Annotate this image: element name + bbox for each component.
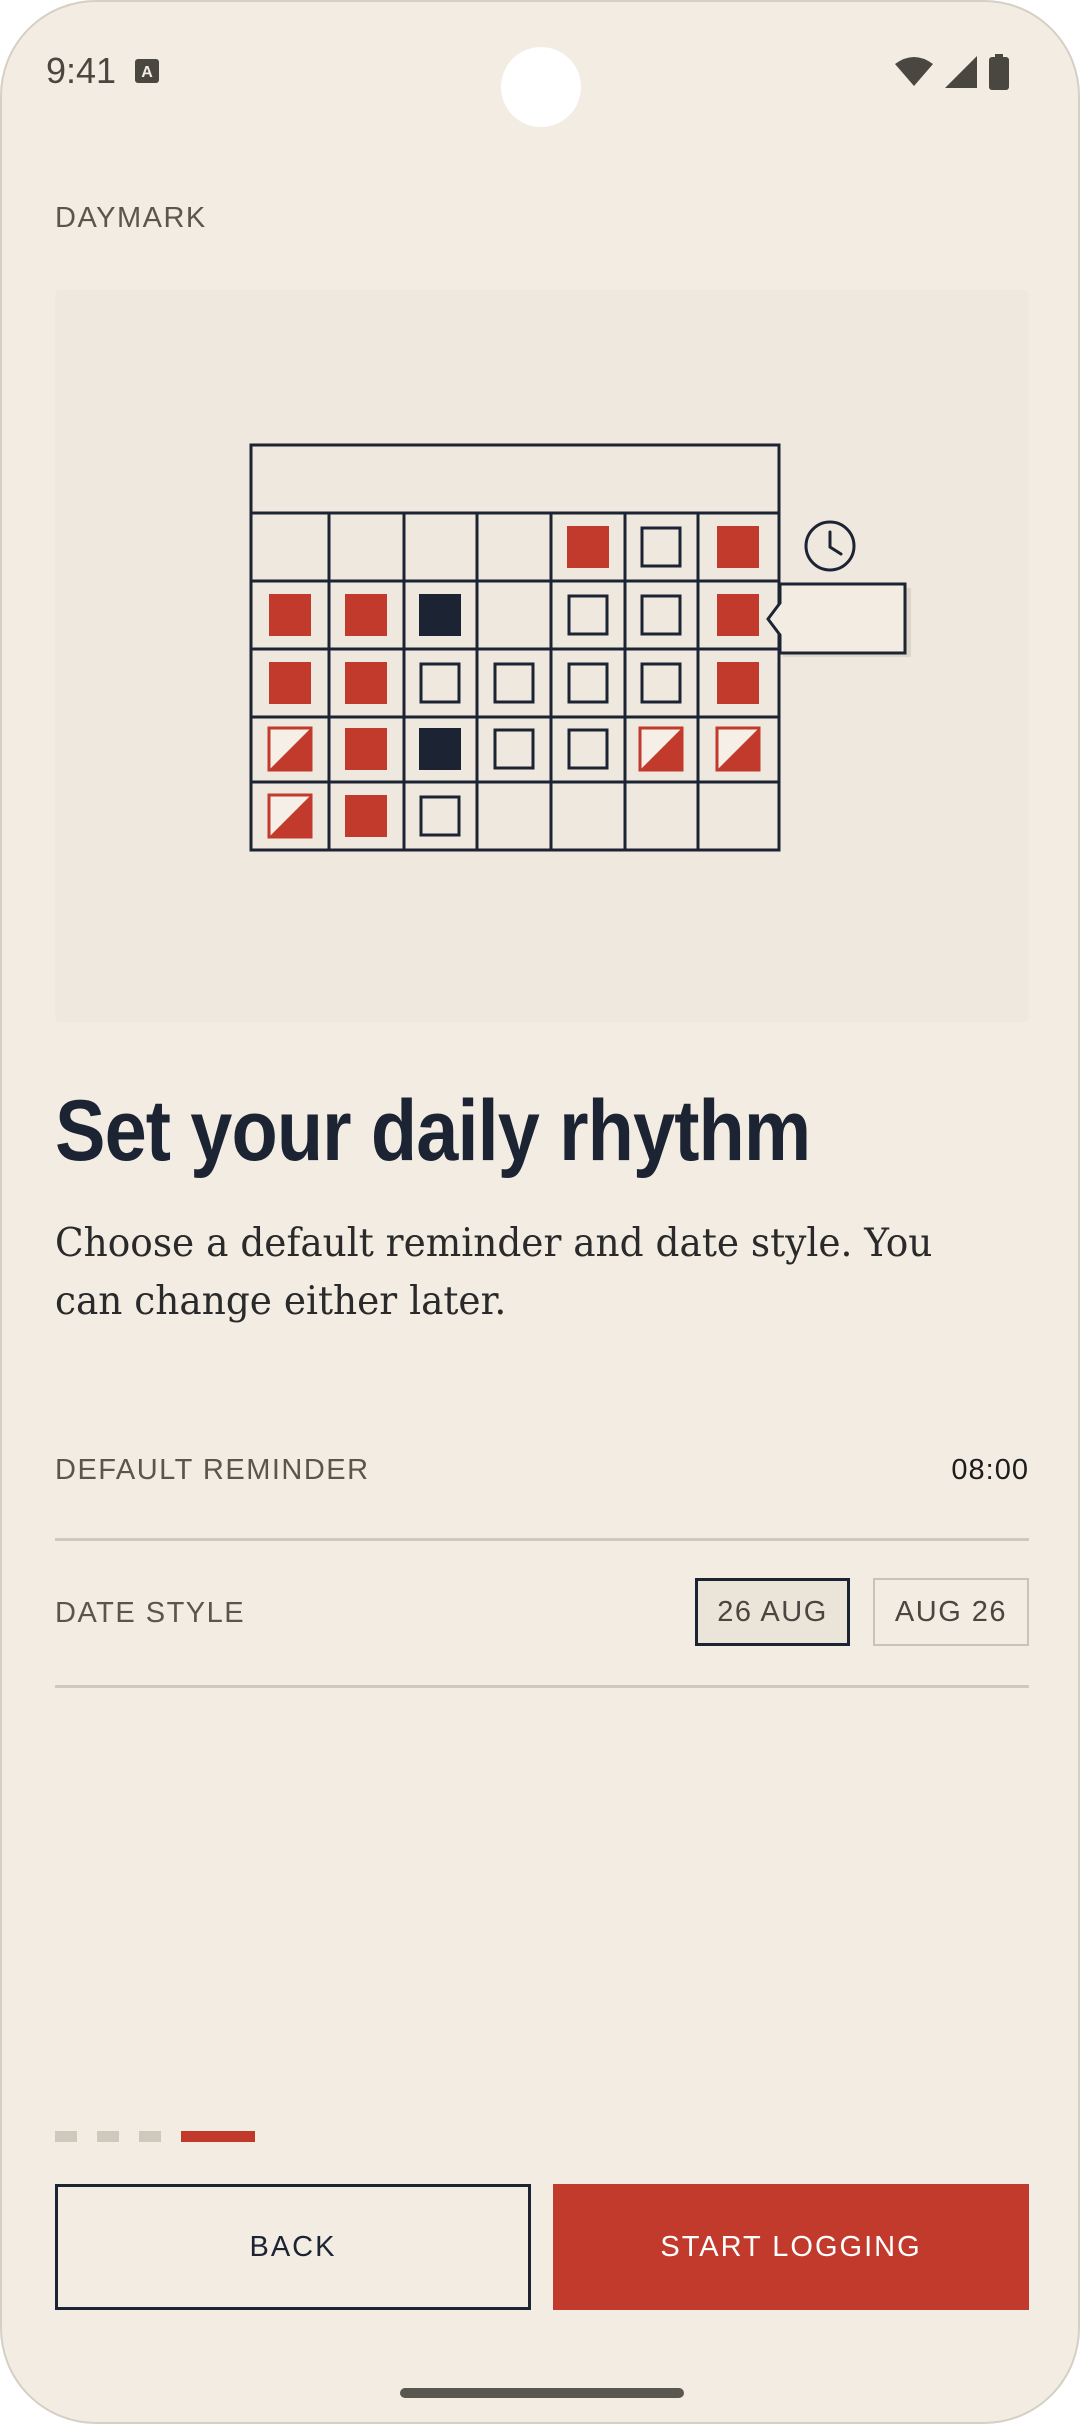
wifi-icon <box>895 57 933 86</box>
start-logging-button[interactable]: START LOGGING <box>553 2184 1029 2310</box>
day-marker-empty <box>567 728 609 770</box>
a-notification-icon: A <box>135 59 159 83</box>
page-title: Set your daily rhythm <box>55 1083 811 1179</box>
page-dot <box>139 2130 161 2142</box>
svg-text:A: A <box>141 64 153 81</box>
day-marker-dark <box>419 594 461 636</box>
back-button[interactable]: BACK <box>55 2184 531 2310</box>
day-marker-dark <box>419 728 461 770</box>
day-marker-empty <box>493 662 535 704</box>
default-reminder-row[interactable]: DEFAULT REMINDER 08:00 <box>55 1450 1029 1540</box>
page-subtitle: Choose a default reminder and date style… <box>55 1221 933 1324</box>
day-marker-empty <box>567 662 609 704</box>
day-marker-full <box>269 662 311 704</box>
calendar-illustration <box>55 290 1029 1022</box>
day-marker-empty <box>419 795 461 837</box>
date-style-option-day-month[interactable]: 26 AUG <box>695 1578 850 1646</box>
date-style-row: DATE STYLE 26 AUG AUG 26 <box>55 1578 1029 1650</box>
page-dot <box>97 2130 119 2142</box>
day-marker-full <box>345 594 387 636</box>
camera-cutout <box>501 47 581 127</box>
status-time: 9:41 <box>46 50 117 91</box>
day-marker-empty <box>493 728 535 770</box>
default-reminder-label: DEFAULT REMINDER <box>55 1454 370 1486</box>
day-marker-empty <box>419 662 461 704</box>
day-marker-full <box>345 728 387 770</box>
page-dot-active <box>181 2130 255 2142</box>
day-marker-empty <box>567 594 609 636</box>
day-marker-full <box>345 795 387 837</box>
status-icons <box>894 54 1010 90</box>
date-style-option-month-day[interactable]: AUG 26 <box>873 1578 1029 1646</box>
day-marker-full <box>717 526 759 568</box>
page-dot <box>55 2130 77 2142</box>
clock-icon <box>804 520 856 572</box>
divider <box>55 1538 1029 1541</box>
battery-icon <box>989 54 1009 90</box>
day-marker-full <box>345 662 387 704</box>
day-marker-empty <box>640 662 682 704</box>
status-bar: 9:41 A <box>2 2 1078 142</box>
day-marker-empty <box>640 594 682 636</box>
calendar-grid-icon <box>249 443 911 852</box>
phone-screen: 9:41 A DAYMARK Set your daily rhythm Cho… <box>0 0 1080 2424</box>
default-reminder-value[interactable]: 08:00 <box>951 1454 1029 1487</box>
reminder-flag-icon <box>766 582 911 657</box>
divider <box>55 1685 1029 1688</box>
day-marker-full <box>717 662 759 704</box>
day-marker-empty <box>640 526 682 568</box>
day-marker-full <box>717 594 759 636</box>
date-style-label: DATE STYLE <box>55 1597 246 1629</box>
signal-icon <box>945 56 977 88</box>
home-indicator[interactable] <box>400 2388 684 2398</box>
page-indicator <box>55 2130 255 2142</box>
day-marker-full <box>269 594 311 636</box>
app-name: DAYMARK <box>55 202 207 234</box>
day-marker-full <box>567 526 609 568</box>
